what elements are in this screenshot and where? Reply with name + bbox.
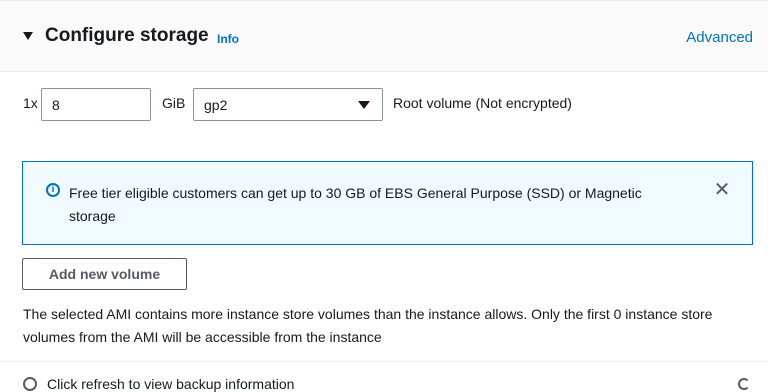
close-icon[interactable]: ✕ — [713, 180, 731, 200]
free-tier-alert: i Free tier eligible customers can get u… — [22, 161, 753, 245]
info-link[interactable]: Info — [217, 32, 239, 46]
alert-message: Free tier eligible customers can get up … — [69, 185, 642, 224]
collapse-caret-icon[interactable] — [23, 32, 33, 40]
volume-quantity: 1x — [23, 95, 38, 111]
volume-size-input[interactable] — [41, 88, 151, 121]
size-unit-label: GiB — [162, 95, 186, 111]
volume-type-select[interactable]: gp2 — [193, 88, 383, 121]
refresh-icon[interactable] — [738, 378, 750, 390]
divider — [0, 361, 768, 362]
volume-type-value: gp2 — [204, 97, 228, 113]
info-icon — [23, 377, 37, 391]
info-icon: i — [46, 183, 60, 197]
storage-section-header: Configure storage Info Advanced — [0, 0, 768, 72]
section-title: Configure storage — [45, 25, 209, 46]
instance-store-note: The selected AMI contains more instance … — [23, 306, 713, 345]
backup-info-message: Click refresh to view backup information — [47, 376, 295, 392]
dropdown-caret-icon — [358, 101, 370, 109]
add-new-volume-button[interactable]: Add new volume — [22, 258, 187, 290]
root-volume-label: Root volume (Not encrypted) — [393, 95, 572, 111]
advanced-link[interactable]: Advanced — [686, 29, 753, 46]
